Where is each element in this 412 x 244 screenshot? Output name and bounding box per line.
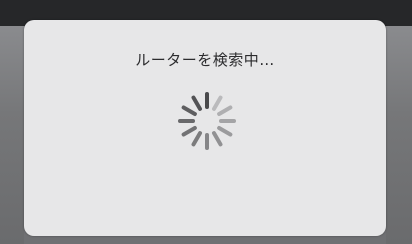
spinner-spoke bbox=[212, 131, 223, 147]
spinner-spoke bbox=[191, 131, 202, 147]
spinner-spoke bbox=[191, 95, 202, 111]
progress-dialog: ルーターを検索中… bbox=[24, 20, 386, 236]
spinner-spoke bbox=[181, 105, 197, 116]
spinner-spoke bbox=[181, 126, 197, 137]
dialog-message: ルーターを検索中… bbox=[135, 51, 275, 69]
spinner-spoke bbox=[217, 105, 233, 116]
background-right bbox=[386, 26, 412, 244]
loading-spinner-icon bbox=[178, 92, 236, 150]
background-left bbox=[0, 26, 24, 244]
spinner-spoke bbox=[212, 95, 223, 111]
spinner-spoke bbox=[217, 126, 233, 137]
